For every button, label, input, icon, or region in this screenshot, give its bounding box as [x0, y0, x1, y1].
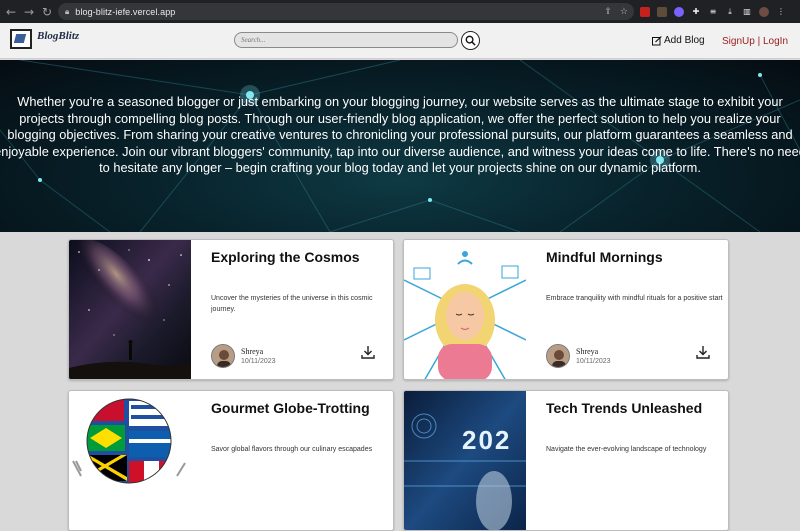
- extension-icon[interactable]: [657, 6, 667, 17]
- hero-banner: Whether you're a seasoned blogger or jus…: [0, 60, 800, 232]
- search-button[interactable]: [461, 31, 480, 50]
- search-icon: [465, 35, 476, 46]
- download-icon[interactable]: [360, 344, 376, 360]
- blog-card[interactable]: Mindful Mornings Embrace tranquility wit…: [403, 239, 729, 380]
- share-icon[interactable]: ⇪: [604, 7, 612, 17]
- lock-icon: 🔒︎: [65, 6, 70, 16]
- reload-icon[interactable]: ↻: [38, 3, 56, 21]
- post-title[interactable]: Tech Trends Unleashed: [546, 400, 702, 416]
- author-name: Shreya: [576, 347, 599, 356]
- menu-icon[interactable]: ⋮: [776, 7, 786, 17]
- add-blog-link[interactable]: Add Blog: [652, 35, 705, 46]
- edit-icon: [652, 35, 662, 45]
- post-description: Savor global flavors through our culinar…: [211, 446, 373, 453]
- author-avatar: [546, 344, 570, 368]
- post-description: Uncover the mysteries of the universe in…: [211, 295, 373, 313]
- post-title[interactable]: Exploring the Cosmos: [211, 249, 360, 265]
- star-icon[interactable]: ☆: [620, 7, 628, 17]
- extension-icon[interactable]: [674, 6, 684, 17]
- auth-links: SignUp | LogIn: [722, 36, 788, 47]
- blog-card[interactable]: Exploring the Cosmos Uncover the mysteri…: [68, 239, 394, 380]
- media-icon[interactable]: ≡: [708, 7, 718, 17]
- blog-card[interactable]: 202 Tech Trends Unleashed Navigate the e…: [403, 390, 729, 531]
- url-text: blog-blitz-iefe.vercel.app: [75, 6, 176, 17]
- flag-globe-image: [69, 391, 191, 530]
- search-input[interactable]: [234, 32, 458, 48]
- logo-icon[interactable]: [10, 29, 32, 49]
- sidebar-icon[interactable]: ▥: [742, 7, 752, 17]
- logo-text[interactable]: BlogBlitz: [37, 30, 79, 42]
- forward-icon[interactable]: →: [20, 3, 38, 21]
- meditation-illustration: [404, 240, 526, 379]
- auth-separator: |: [757, 36, 761, 47]
- post-description: Navigate the ever-evolving landscape of …: [546, 446, 707, 453]
- login-link[interactable]: LogIn: [763, 36, 788, 47]
- tech-2023-image: 202: [404, 391, 526, 530]
- post-description: Embrace tranquility with mindful rituals…: [546, 295, 723, 302]
- post-date: 10/11/2023: [576, 358, 611, 365]
- post-title[interactable]: Mindful Mornings: [546, 249, 663, 265]
- author-avatar: [211, 344, 235, 368]
- download-icon[interactable]: ⤓: [725, 7, 735, 17]
- blog-card[interactable]: Gourmet Globe-Trotting Savor global flav…: [68, 390, 394, 531]
- post-title[interactable]: Gourmet Globe-Trotting: [211, 400, 370, 416]
- address-bar[interactable]: 🔒︎ blog-blitz-iefe.vercel.app ⇪ ☆: [58, 3, 634, 20]
- pdf-extension-icon[interactable]: [640, 6, 650, 17]
- signup-link[interactable]: SignUp: [722, 36, 755, 47]
- starry-sky-image: [69, 240, 191, 379]
- back-icon[interactable]: ←: [2, 3, 20, 21]
- puzzle-icon[interactable]: ✚: [691, 7, 701, 17]
- site-header: BlogBlitz Add Blog SignUp | LogIn: [0, 23, 800, 59]
- hero-text: Whether you're a seasoned blogger or jus…: [0, 94, 800, 175]
- author-name: Shreya: [241, 347, 264, 356]
- download-icon[interactable]: [695, 344, 711, 360]
- browser-toolbar: ← → ↻ 🔒︎ blog-blitz-iefe.vercel.app ⇪ ☆ …: [0, 0, 800, 23]
- add-blog-label: Add Blog: [664, 35, 705, 46]
- svg-text:202: 202: [462, 425, 511, 455]
- post-date: 10/11/2023: [241, 358, 276, 365]
- profile-avatar[interactable]: [759, 6, 769, 17]
